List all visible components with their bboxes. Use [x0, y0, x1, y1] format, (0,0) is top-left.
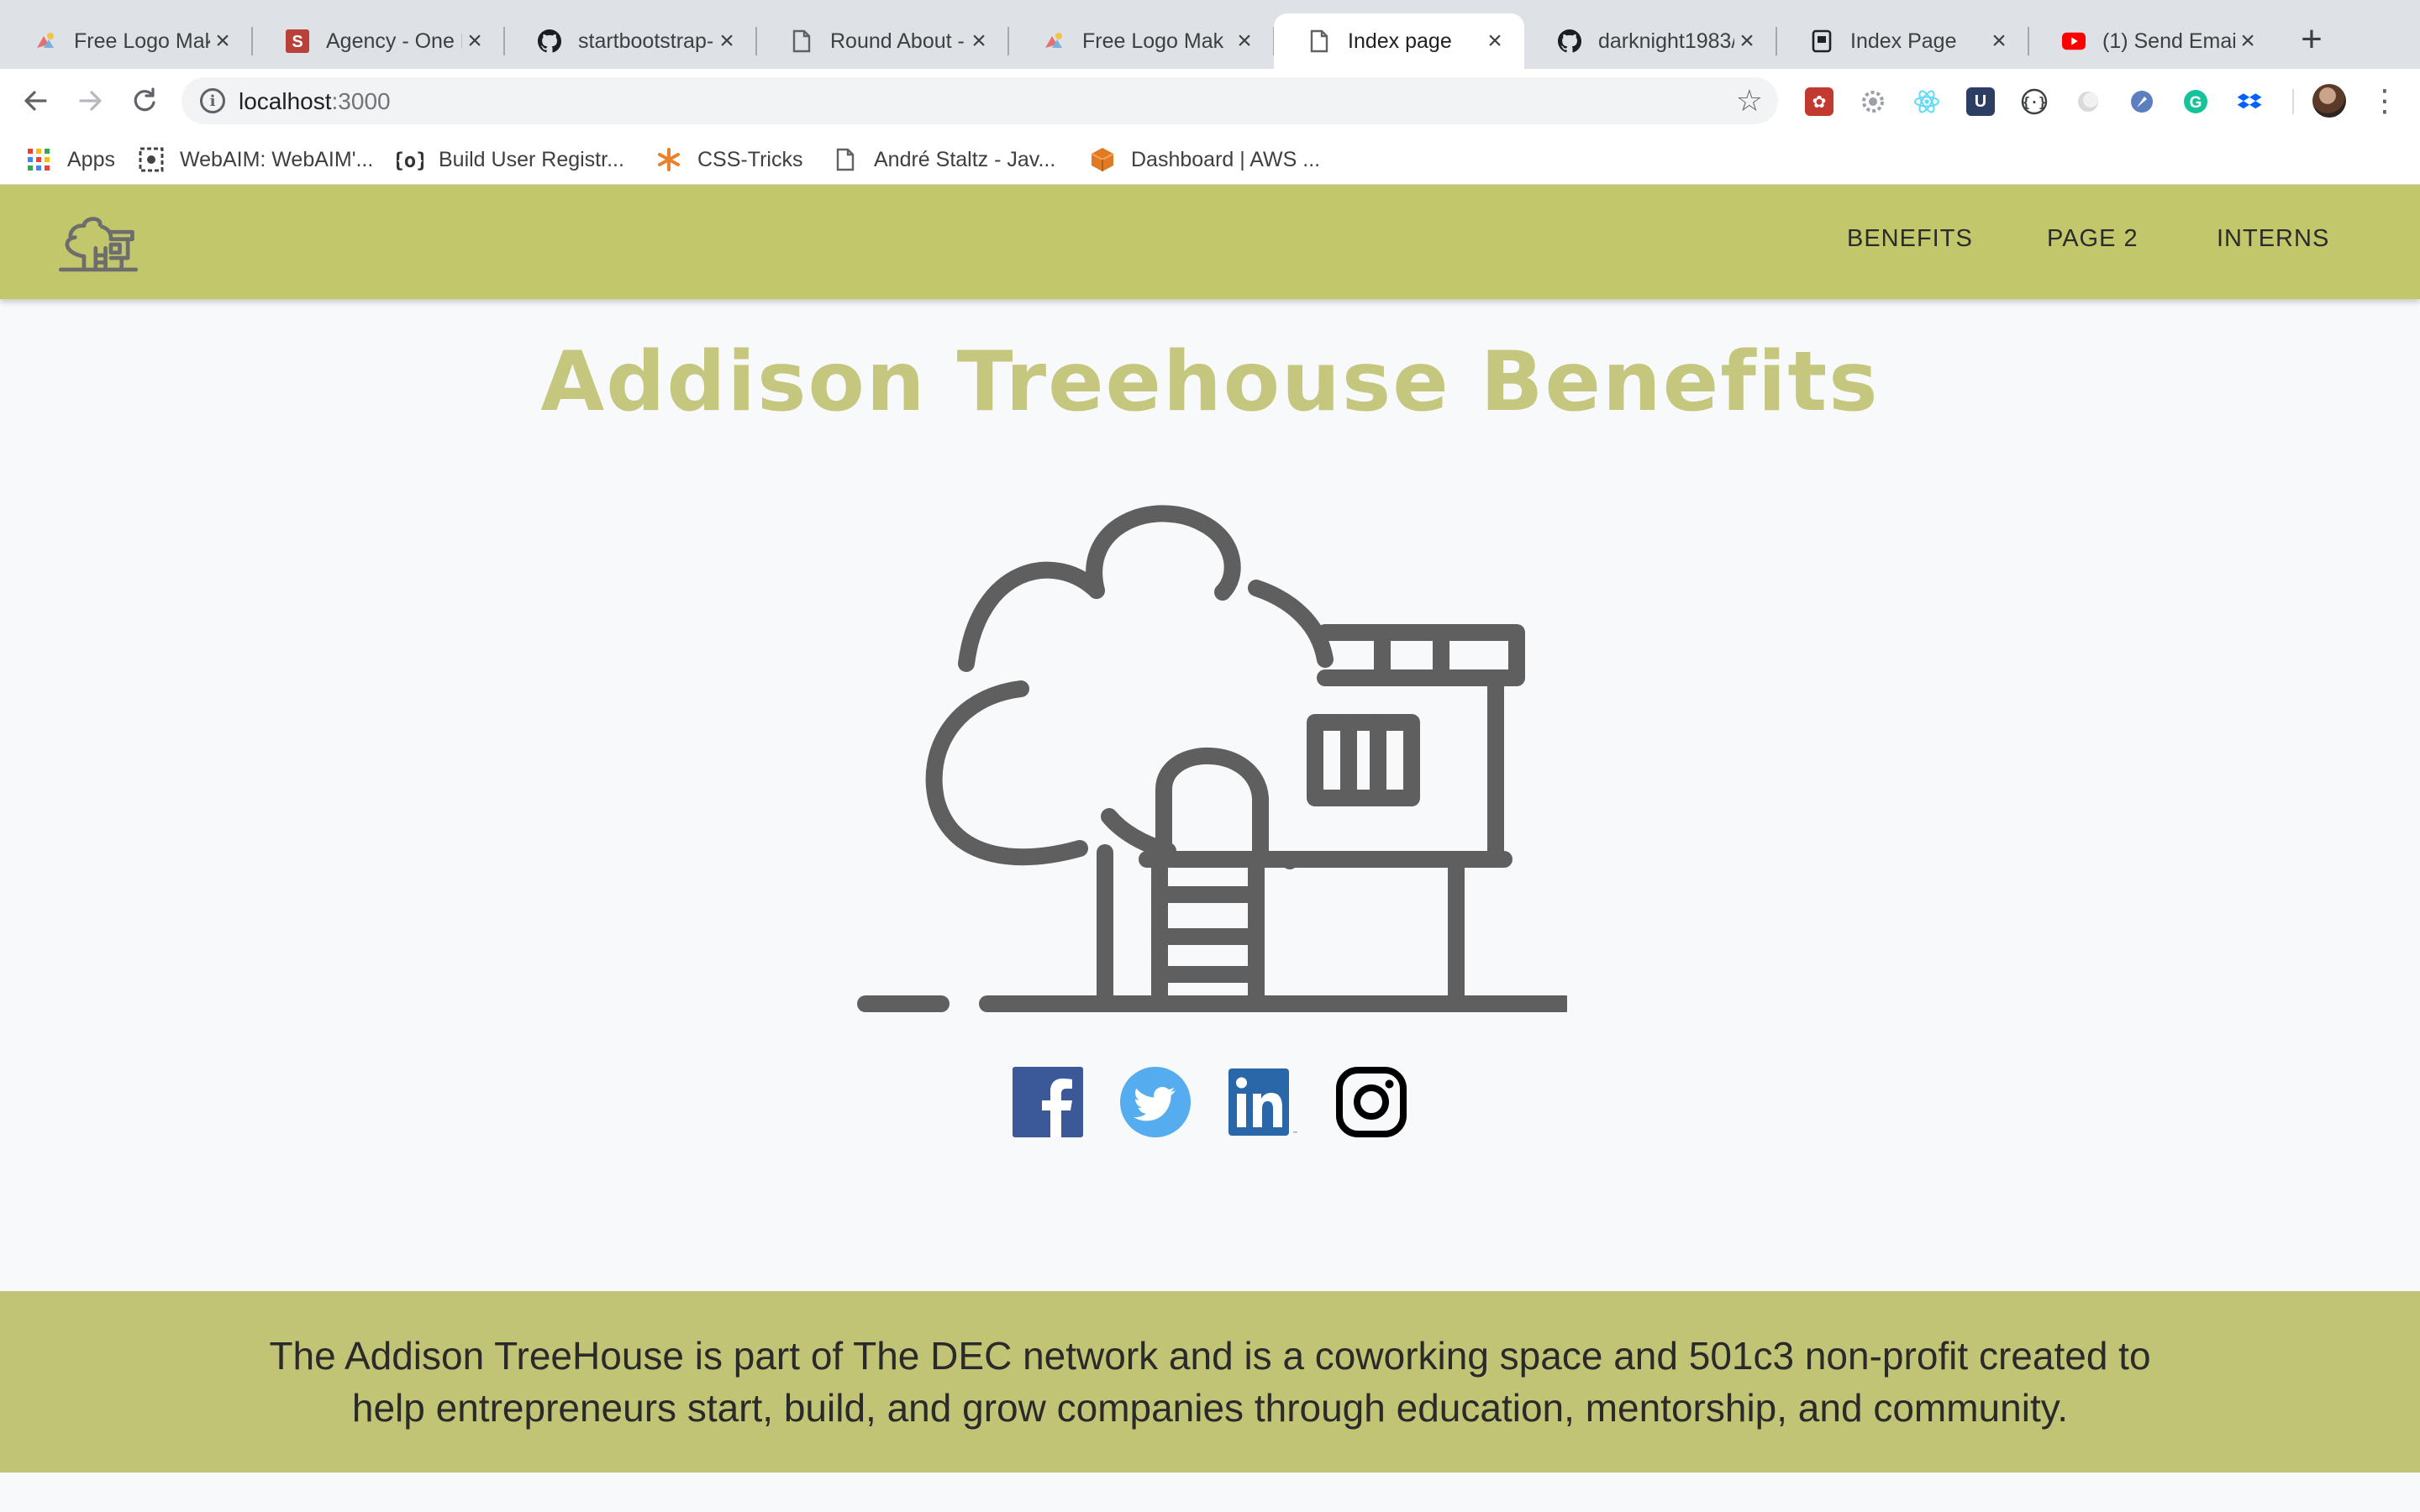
twitter-icon[interactable]	[1120, 1067, 1191, 1137]
forward-arrow-icon[interactable]	[72, 82, 109, 119]
bookmark-build-user-registration[interactable]: {o} Build User Registr...	[397, 143, 624, 176]
nav-link-interns[interactable]: INTERNS	[2217, 225, 2329, 253]
tab-title: startbootstrap-	[578, 29, 714, 53]
close-tab-icon[interactable]: ×	[966, 29, 992, 54]
extension-compass-icon[interactable]	[2128, 87, 2156, 116]
tab-send-emails[interactable]: (1) Send Emails ×	[2028, 13, 2277, 69]
toolbar-divider	[2292, 89, 2294, 114]
svg-text:G: G	[2190, 94, 2202, 112]
logo-maker-icon	[34, 29, 57, 53]
bookmarks-bar: Apps WebAIM: WebAIM'... {o} Build User R…	[0, 133, 2420, 185]
tab-round-about[interactable]: Round About - ×	[756, 13, 1009, 69]
tab-darknight1983[interactable]: darknight1983/ ×	[1524, 13, 1777, 69]
page-title: Addison Treehouse Benefits	[540, 334, 1880, 430]
dropbox-icon[interactable]	[2235, 87, 2264, 116]
svg-text:™: ™	[1292, 1131, 1297, 1137]
github-icon	[538, 29, 561, 53]
reload-icon[interactable]	[126, 82, 163, 119]
react-devtools-icon[interactable]	[1912, 87, 1941, 116]
tab-title: darknight1983/	[1598, 29, 1734, 53]
back-arrow-icon[interactable]	[17, 82, 54, 119]
tab-title: Free Logo Mak	[1082, 29, 1224, 53]
s-square-icon: S	[286, 29, 309, 53]
grammarly-icon[interactable]: G	[2181, 87, 2210, 116]
footer-description: The Addison TreeHouse is part of The DEC…	[269, 1334, 2151, 1430]
treehouse-logo-icon[interactable]	[57, 202, 139, 284]
close-tab-icon[interactable]: ×	[1232, 29, 1257, 54]
bookmark-label: André Staltz - Jav...	[874, 147, 1056, 171]
braces-icon: {o}	[397, 146, 424, 173]
bookmark-aws-dashboard[interactable]: Dashboard | AWS ...	[1089, 143, 1320, 176]
svg-text:{o}: {o}	[397, 149, 424, 172]
apps-grid-icon	[25, 146, 52, 173]
close-tab-icon[interactable]: ×	[714, 29, 739, 54]
extension-u-icon[interactable]: U	[1966, 87, 1995, 116]
tab-title: Agency - One P	[326, 29, 462, 53]
bookmark-apps[interactable]: Apps	[25, 143, 115, 176]
address-bar[interactable]: i localhost:3000 ☆	[182, 77, 1778, 124]
new-tab-button[interactable]: +	[2292, 21, 2331, 60]
tab-title: Round About -	[830, 29, 965, 53]
tab-agency[interactable]: S Agency - One P ×	[252, 13, 505, 69]
site-navbar: BENEFITS PAGE 2 INTERNS	[0, 185, 2420, 299]
github-icon	[1558, 29, 1581, 53]
tab-strip: Free Logo Mak × S Agency - One P × start…	[0, 0, 2420, 69]
treehouse-illustration	[853, 500, 1574, 1029]
linkedin-icon[interactable]: ™	[1227, 1067, 1298, 1137]
bookmark-webaim[interactable]: WebAIM: WebAIM'...	[138, 143, 373, 176]
document-icon	[832, 146, 859, 173]
extension-braces-icon[interactable]: {·}	[2020, 87, 2049, 116]
close-tab-icon[interactable]: ×	[1986, 29, 2012, 54]
site-footer: The Addison TreeHouse is part of The DEC…	[0, 1291, 2420, 1473]
tab-title: Index Page	[1850, 29, 1957, 53]
browser-menu-icon[interactable]: ⋮	[2370, 82, 2400, 119]
svg-text:S: S	[292, 33, 302, 51]
close-tab-icon[interactable]: ×	[1482, 29, 1507, 54]
tab-free-logo-maker[interactable]: Free Logo Mak ×	[0, 13, 253, 69]
bookmark-label: Apps	[67, 147, 115, 171]
nav-link-benefits[interactable]: BENEFITS	[1847, 225, 1973, 253]
close-tab-icon[interactable]: ×	[462, 29, 487, 54]
document-icon	[790, 29, 813, 53]
extension-red-icon[interactable]: ✿	[1805, 87, 1833, 116]
extension-moon-icon[interactable]	[2074, 87, 2102, 116]
bookmark-label: CSS-Tricks	[697, 147, 803, 171]
instagram-icon[interactable]	[1336, 1067, 1407, 1137]
address-url[interactable]: localhost:3000	[239, 88, 391, 115]
url-host: localhost	[239, 88, 332, 114]
youtube-icon	[2062, 29, 2086, 53]
svg-text:{·}: {·}	[2023, 94, 2047, 110]
extension-gear-icon[interactable]	[1859, 87, 1887, 116]
url-port: :3000	[331, 88, 391, 114]
tab-title: Index page	[1348, 29, 1452, 53]
webaim-icon	[138, 146, 165, 173]
browser-toolbar: i localhost:3000 ☆ ✿ U {·} G ⋮	[0, 69, 2420, 133]
facebook-icon[interactable]	[1013, 1067, 1083, 1137]
close-tab-icon[interactable]: ×	[210, 29, 235, 54]
document-icon	[1307, 29, 1331, 53]
bookmark-star-icon[interactable]: ☆	[1736, 82, 1763, 119]
tab-free-logo-maker-2[interactable]: Free Logo Mak ×	[1008, 13, 1275, 69]
bookmark-label: Dashboard | AWS ...	[1131, 147, 1321, 171]
close-tab-icon[interactable]: ×	[2235, 29, 2260, 54]
tab-index-page-2[interactable]: Index Page ×	[1776, 13, 2029, 69]
asterisk-icon	[655, 146, 682, 173]
tab-title: (1) Send Emails	[2102, 29, 2235, 53]
bookmark-label: Build User Registr...	[439, 147, 624, 171]
logo-maker-icon	[1042, 29, 1065, 53]
tab-index-page-active[interactable]: Index page ×	[1274, 13, 1524, 69]
close-tab-icon[interactable]: ×	[1734, 29, 1760, 54]
bookmark-css-tricks[interactable]: CSS-Tricks	[655, 143, 802, 176]
nav-link-page-2[interactable]: PAGE 2	[2047, 225, 2139, 253]
profile-avatar[interactable]	[2312, 84, 2346, 118]
bookmark-andre-staltz[interactable]: André Staltz - Jav...	[832, 143, 1055, 176]
aws-cube-icon	[1089, 146, 1116, 173]
tab-startbootstrap[interactable]: startbootstrap- ×	[504, 13, 757, 69]
bookmark-label: WebAIM: WebAIM'...	[180, 147, 374, 171]
tab-title: Free Logo Mak	[74, 29, 210, 53]
page-badge-icon	[1810, 29, 1833, 53]
site-info-icon[interactable]: i	[200, 88, 225, 113]
